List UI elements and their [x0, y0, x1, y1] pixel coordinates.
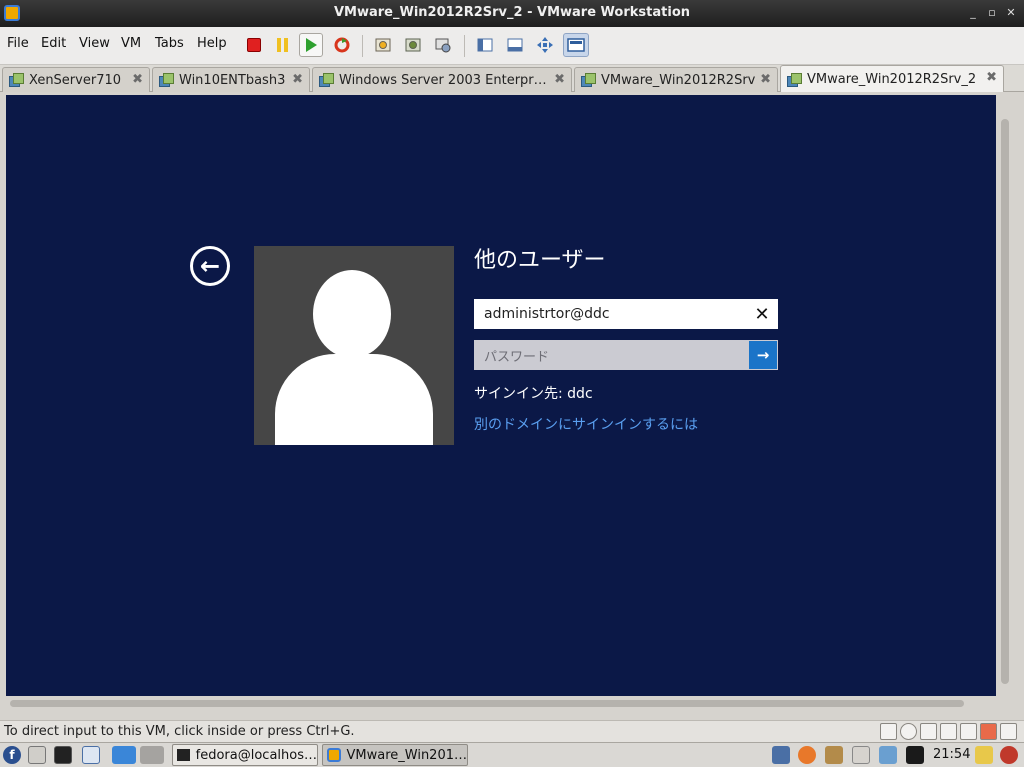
tab-xenserver710[interactable]: XenServer710 ✖ — [2, 67, 150, 92]
vm-icon — [9, 73, 24, 87]
file-manager-icon[interactable] — [28, 746, 46, 764]
scrollbar-thumb[interactable] — [10, 700, 964, 707]
full-screen-icon[interactable] — [563, 33, 589, 57]
submit-arrow-icon[interactable]: → — [748, 340, 778, 370]
tab-label: VMware_Win2012R2Srv — [601, 72, 756, 88]
minimize-button[interactable]: _ — [966, 6, 980, 20]
network-icon[interactable] — [920, 723, 937, 740]
menu-edit[interactable]: Edit — [41, 36, 66, 51]
back-arrow-icon[interactable]: ← — [190, 246, 230, 286]
notification-icon[interactable] — [975, 746, 993, 764]
tab-windows-server-2003[interactable]: Windows Server 2003 Enterpr… ✖ — [312, 67, 572, 92]
power-tray-icon[interactable] — [1000, 746, 1018, 764]
vmware-app-icon — [327, 748, 341, 762]
tab-close-icon[interactable]: ✖ — [760, 72, 771, 87]
menu-file[interactable]: File — [7, 36, 29, 51]
show-library-icon[interactable] — [473, 33, 497, 57]
username-field[interactable]: administrtor@ddc — [474, 299, 778, 329]
volume-icon[interactable] — [852, 746, 870, 764]
maximize-button[interactable]: ▫ — [985, 6, 999, 20]
hard-disk-icon[interactable] — [880, 723, 897, 740]
taskbar: f fedora@localhos… VMware_Win201… 21:54 — [0, 742, 1024, 767]
workspace-1-icon[interactable] — [112, 746, 136, 764]
fit-guest-icon[interactable] — [533, 33, 557, 57]
vm-icon — [159, 73, 174, 87]
menu-help[interactable]: Help — [197, 36, 227, 51]
sign-in-to-label: サインイン先: ddc — [474, 386, 593, 402]
menu-vm[interactable]: VM — [121, 36, 141, 51]
fedora-menu-icon[interactable]: f — [3, 746, 21, 764]
suspend-icon[interactable] — [270, 33, 294, 57]
tab-label: Win10ENTbash3 — [179, 72, 286, 88]
task-label: fedora@localhos… — [195, 747, 317, 763]
tab-vmware-win2012r2srv-2[interactable]: VMware_Win2012R2Srv_2 ✖ — [780, 65, 1004, 93]
vm-tab-bar: XenServer710 ✖ Win10ENTbash3 ✖ Windows S… — [0, 65, 1024, 93]
title-bar: VMware_Win2012R2Srv_2 - VMware Workstati… — [0, 0, 1024, 27]
sound-card-icon[interactable] — [980, 723, 997, 740]
avatar-body — [275, 354, 433, 445]
status-text: To direct input to this VM, click inside… — [4, 724, 355, 739]
task-label: VMware_Win201… — [346, 747, 468, 763]
tab-label: VMware_Win2012R2Srv_2 — [807, 72, 977, 87]
task-vmware[interactable]: VMware_Win201… — [322, 744, 468, 766]
clock: 21:54 — [933, 747, 971, 762]
snapshot-manager-icon[interactable] — [431, 33, 455, 57]
password-field[interactable]: パスワード — [474, 340, 748, 370]
tab-label: Windows Server 2003 Enterpr… — [339, 72, 547, 88]
power-on-icon[interactable] — [299, 33, 323, 57]
horizontal-scrollbar[interactable] — [6, 697, 996, 709]
clear-username-icon[interactable]: ✕ — [752, 303, 772, 325]
workspace-2-icon[interactable] — [140, 746, 164, 764]
vmware-tray-icon[interactable] — [879, 746, 897, 764]
clipboard-icon[interactable] — [825, 746, 843, 764]
terminal-icon — [177, 749, 190, 761]
dropbox-icon[interactable] — [906, 746, 924, 764]
vertical-scrollbar[interactable] — [997, 95, 1013, 696]
close-button[interactable]: ✕ — [1004, 6, 1018, 20]
terminal-icon[interactable] — [54, 746, 72, 764]
scrollbar-thumb[interactable] — [1001, 119, 1009, 684]
avatar-head — [313, 270, 391, 358]
show-desktop-icon[interactable] — [82, 746, 100, 764]
usb-icon[interactable] — [960, 723, 977, 740]
message-log-icon[interactable] — [1000, 723, 1017, 740]
reset-icon[interactable] — [330, 33, 354, 57]
tab-close-icon[interactable]: ✖ — [292, 72, 303, 87]
menu-toolbar: File Edit View VM Tabs Help — [0, 27, 1024, 65]
power-off-icon[interactable] — [242, 33, 266, 57]
toolbar-separator — [464, 35, 465, 57]
logon-heading: 他のユーザー — [474, 248, 606, 273]
tab-close-icon[interactable]: ✖ — [132, 72, 143, 87]
vm-icon — [581, 73, 596, 87]
tab-close-icon[interactable]: ✖ — [986, 70, 997, 85]
window-title: VMware_Win2012R2Srv_2 - VMware Workstati… — [333, 5, 690, 20]
printer-icon[interactable] — [940, 723, 957, 740]
input-method-icon[interactable] — [798, 746, 816, 764]
tab-close-icon[interactable]: ✖ — [554, 72, 565, 87]
toolbar-separator — [362, 35, 363, 57]
tab-vmware-win2012r2srv[interactable]: VMware_Win2012R2Srv ✖ — [574, 67, 778, 92]
tab-label: XenServer710 — [29, 72, 122, 88]
tab-win10entbash3[interactable]: Win10ENTbash3 ✖ — [152, 67, 310, 92]
cd-dvd-icon[interactable] — [900, 723, 917, 740]
show-thumbnail-bar-icon[interactable] — [503, 33, 527, 57]
menu-tabs[interactable]: Tabs — [155, 36, 184, 51]
other-domain-link[interactable]: 別のドメインにサインインするには — [474, 414, 698, 434]
user-avatar — [254, 246, 454, 445]
network-tray-icon[interactable] — [772, 746, 790, 764]
task-terminal[interactable]: fedora@localhos… — [172, 744, 318, 766]
revert-snapshot-icon[interactable] — [401, 33, 425, 57]
status-bar: To direct input to this VM, click inside… — [0, 720, 1024, 742]
snapshot-icon[interactable] — [371, 33, 395, 57]
menu-view[interactable]: View — [79, 36, 110, 51]
vm-icon — [319, 73, 334, 87]
vm-icon — [787, 72, 802, 87]
